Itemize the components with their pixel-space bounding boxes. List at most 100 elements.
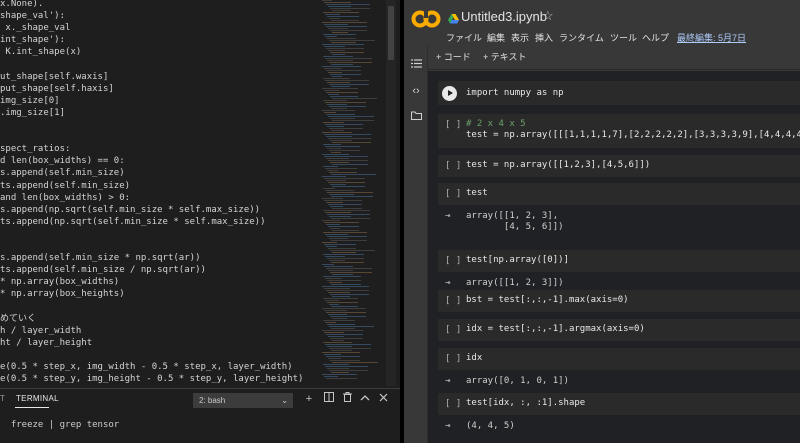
cell-source-line[interactable]: bst = test[:,:,-1].max(axis=0) [466,295,629,305]
code-cell[interactable]: [ ] idx [438,348,800,370]
code-line[interactable]: s.append(self.min_size) [0,167,125,180]
code-cell[interactable]: [ ] test[np.array([0])] [438,250,800,272]
cell-execution-count[interactable]: [ ] [445,120,461,130]
code-line[interactable]: s.append(self.min_size * np.sqrt(ar)) [0,252,200,265]
terminal-select-value: 2: bash [199,396,226,405]
menu-tools[interactable]: ツール [610,31,637,44]
code-line[interactable]: and len(box_widths) > 0: [0,192,130,205]
run-cell-button[interactable] [442,86,457,101]
cell-source-line[interactable]: test [466,188,488,198]
cell-output: ⇥ (4, 4, 5) [438,415,800,437]
code-cell[interactable]: [ ] test = np.array([[1,2,3],[4,5,6]]) [438,155,800,177]
add-text-button[interactable]: + テキスト [483,50,527,63]
code-cell[interactable]: [ ] # 2 x 4 x 5 test = np.array([[[1,1,1,1… [438,114,800,148]
code-line[interactable]: ts.append(self.min_size) [0,180,130,193]
cell-source-line[interactable]: test = np.array([[1,2,3],[4,5,6]]) [466,160,650,170]
code-line[interactable]: d len(box_widths) == 0: [0,155,125,168]
code-line[interactable]: めていく [0,313,36,326]
minimap-line [330,8,370,9]
minimap-line [327,324,355,325]
code-line[interactable]: shape_val'): [0,10,65,23]
code-line[interactable]: * np.array(box_heights) [0,288,125,301]
minimap-line [322,330,363,331]
minimap-line [327,16,359,17]
code-cell[interactable]: [ ] test [438,183,800,205]
terminal-output-line[interactable]: freeze | grep tensor [0,420,119,430]
cell-source-line[interactable]: idx [466,353,482,363]
minimap-line [324,178,365,179]
menu-file[interactable]: ファイル [446,31,482,44]
output-actions-icon[interactable]: ⇥ [445,421,450,431]
menu-help[interactable]: ヘルプ [642,31,669,44]
minimap-line [324,90,339,91]
cell-execution-count[interactable]: [ ] [445,256,461,266]
menu-insert[interactable]: 挿入 [535,31,553,44]
cell-source-line[interactable]: # 2 x 4 x 5 [466,119,526,129]
code-line[interactable]: h / layer_width [0,325,81,338]
cell-source-line[interactable]: test[idx, :, :1].shape [466,398,585,408]
code-line[interactable]: x._shape_val [0,22,70,35]
cell-execution-count[interactable]: [ ] [445,161,461,171]
split-icon[interactable] [322,392,336,407]
cell-source-line[interactable]: import numpy as np [466,88,564,98]
menu-edit[interactable]: 編集 [487,31,505,44]
cell-source-line[interactable]: test[np.array([0])] [466,255,569,265]
code-line[interactable]: e(0.5 * step_x, img_width - 0.5 * step_x… [0,361,293,374]
minimap-line [323,56,353,57]
cell-source-line[interactable]: idx = test[:,:,-1].argmax(axis=0) [466,324,645,334]
close-icon[interactable] [376,392,390,407]
code-cell[interactable]: [ ] bst = test[:,:,-1].max(axis=0) [438,290,800,312]
output-actions-icon[interactable]: ⇥ [445,376,450,386]
code-line[interactable]: K.int_shape(x) [0,46,81,59]
output-line: (4, 4, 5) [466,421,515,431]
minimap-line [329,304,339,305]
output-actions-icon[interactable]: ⇥ [445,211,450,221]
trash-icon[interactable] [340,392,354,407]
menu-view[interactable]: 表示 [511,31,529,44]
editor-scrollbar-thumb[interactable] [388,6,394,60]
code-line[interactable]: * np.array(box_widths) [0,276,119,289]
last-edit-link[interactable]: 最終編集: 5月7日 [677,31,746,44]
cell-execution-count[interactable]: [ ] [445,325,461,335]
terminal-select[interactable]: 2: bash ⌄ [193,393,293,408]
folder-icon[interactable] [408,110,424,124]
code-line[interactable]: e(0.5 * step_y, img_height - 0.5 * step_… [0,373,303,386]
code-line[interactable]: s.append(np.sqrt(self.min_size * self.ma… [0,204,260,217]
minimap-line [326,136,352,137]
code-line[interactable]: spect_ratios: [0,143,70,156]
code-line[interactable]: put_shape[self.haxis] [0,83,114,96]
code-line[interactable]: ts.append(self.min_size / np.sqrt(ar)) [0,264,206,277]
code-line[interactable]: ts.append(np.sqrt(self.min_size * self.m… [0,216,266,229]
cell-execution-count[interactable]: [ ] [445,296,461,306]
code-cell[interactable]: import numpy as np [438,81,800,105]
chevron-up-icon[interactable] [358,392,372,407]
cell-execution-count[interactable]: [ ] [445,354,461,364]
code-editor[interactable]: x.None). shape_val'): x._shape_val int_sha… [0,0,318,388]
tab-terminal[interactable]: TERMINAL [16,394,59,403]
code-line[interactable]: .img_size[1] [0,107,65,120]
tab-output-partial[interactable]: T [0,394,8,403]
minimap-line [331,350,352,351]
minimap-line [330,360,360,361]
cell-execution-count[interactable]: [ ] [445,399,461,409]
table-of-contents-icon[interactable] [408,58,424,72]
minimap-line [332,164,368,165]
cell-execution-count[interactable]: [ ] [445,189,461,199]
code-line[interactable]: ht / layer_height [0,337,92,350]
cell-source-line[interactable]: test = np.array([[[1,1,1,1,7],[2,2,2,2,2… [466,130,800,140]
code-line[interactable]: ut_shape[self.waxis] [0,71,108,84]
code-cell[interactable]: [ ] idx = test[:,:,-1].argmax(axis=0) [438,319,800,341]
code-line[interactable]: int_shape'): [0,34,65,47]
minimap[interactable] [322,0,378,386]
colab-logo[interactable] [411,9,441,34]
notebook-title[interactable]: Untitled3.ipynb [461,9,547,24]
menu-runtime[interactable]: ランタイム [559,31,604,44]
star-icon[interactable]: ☆ [542,8,554,24]
add-code-button[interactable]: + コード [436,50,471,63]
output-actions-icon[interactable]: ⇥ [445,278,450,288]
code-line[interactable]: img_size[0] [0,95,60,108]
minimap-line [332,274,353,275]
code-snippets-icon[interactable]: ‹› [408,84,424,98]
code-cell[interactable]: [ ] test[idx, :, :1].shape [438,393,800,415]
plus-icon[interactable]: + [302,392,316,407]
